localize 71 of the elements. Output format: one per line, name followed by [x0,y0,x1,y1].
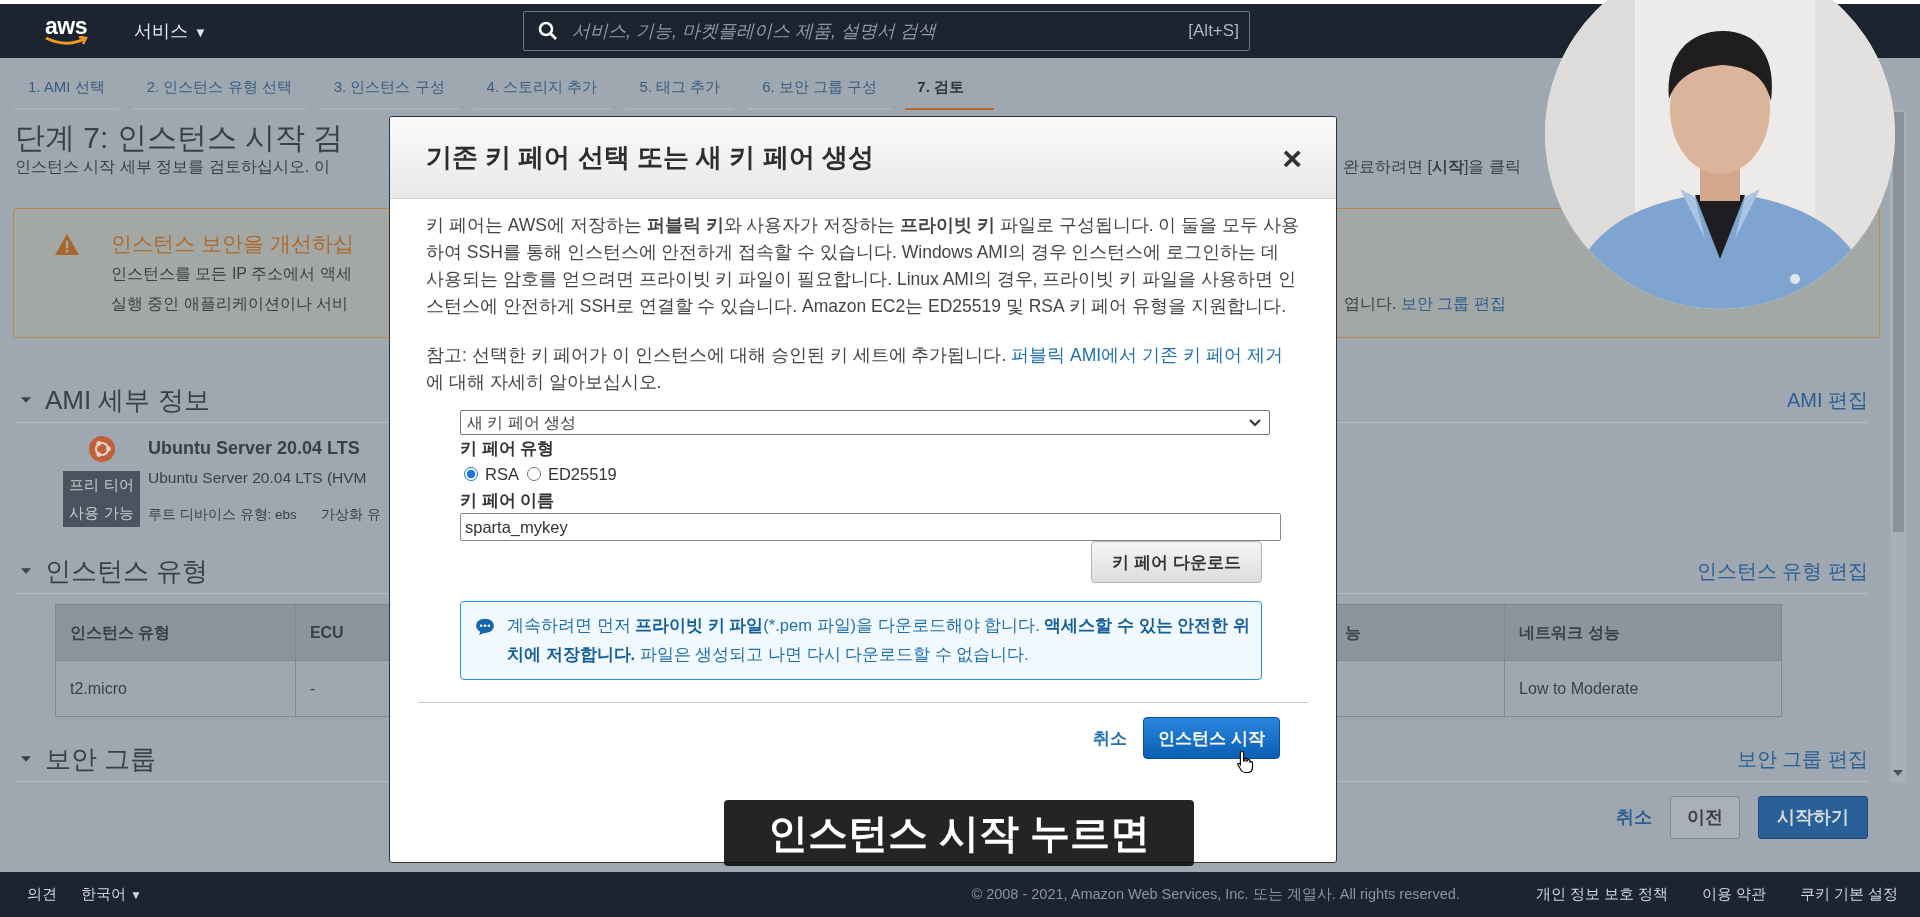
language-menu[interactable]: 한국어 ▼ [81,883,142,906]
footer-link[interactable]: 개인 정보 보호 정책 [1535,883,1668,906]
column-header: 네트워크 성능 [1504,604,1782,661]
caret-icon[interactable] [19,395,33,405]
search-icon [537,21,558,41]
page-subtitle: 완료하려면 [시작]을 클릭 [1343,157,1521,177]
ami-name: Ubuntu Server 20.04 LTS [148,437,361,460]
step-tab[interactable]: 7. 검토 [905,75,994,110]
field-label: 키 페어 이름 [460,490,556,511]
field-label: 키 페어 유형 [460,438,556,459]
key-name-field[interactable]: sparta_mykey [460,513,1281,541]
table-cell: Low to Moderate [1504,660,1782,717]
edit-ami-link[interactable]: AMI 편집 [1786,385,1868,415]
video-caption: 인스턴스 시작 누르면 [724,800,1194,866]
warning-text: 인스턴스를 모든 IP 주소에서 액세 [111,264,353,284]
ubuntu-logo-icon [87,435,116,463]
section-heading: AMI 세부 정보 [45,384,210,417]
table-cell: t2.micro [55,660,296,717]
chevron-down-icon [1249,418,1261,427]
close-button[interactable]: × [1278,140,1306,175]
step-tab[interactable]: 3. 인스턴스 구성 [319,75,459,110]
cancel-link[interactable]: 취소 [1093,725,1128,751]
learn-more-link[interactable]: 퍼블릭 AMI에서 기존 키 페어 제거 [1011,345,1283,365]
smile-arrow-icon [44,36,88,46]
step-tab[interactable]: 2. 인스턴스 유형 선택 [132,75,306,110]
ami-detail: 루트 디바이스 유형: ebs [148,506,297,524]
warning-text: 실행 중인 애플리케이션이나 서비 [111,294,350,314]
radio-button[interactable] [464,467,478,481]
footer-link[interactable]: 이용 약관 [1701,883,1766,906]
radio-label: ED25519 [547,463,617,485]
logo-text[interactable]: aws [45,16,87,36]
feedback-link[interactable]: 의견 [27,883,57,906]
caret-icon[interactable] [19,566,33,576]
dialog-title: 기존 키 페어 선택 또는 새 키 페어 생성 [426,141,874,174]
radio-label: RSA [485,463,519,485]
section-heading: 보안 그룹 [45,743,157,776]
dialog-description: 키 페어는 AWS에 저장하는 퍼블릭 키와 사용자가 저장하는 프라이빗 키 파일로 구성됩니다. 이 둘을 모두 사용하여 SSH를 통해 인스턴스에 안전하게 접속할 수 있습니다. Windows AMI의 경우 인스턴스에 로그인하는 데 사용되는 암호를 얻으려면 프라이빗 키 파일이 필요합니다. Linux AMI의 경우, 프라이빗 키 파일을 사용하면 인스턴스에 안전하게 SSH로 연결할 수 있습니다. Amazon EC2는 ED25519 및 RSA 키 페어 유형을 지원합니다. [426,214,1300,318]
edit-security-group-link[interactable]: 보안 그룹 편집 [1400,295,1506,312]
launch-instance-button[interactable]: 인스턴스 시작 [1143,717,1280,759]
warning-text: 엽니다. 보안 그룹 편집 [1344,294,1506,314]
free-tier-badge: 프리 티어 사용 가능 [63,471,140,527]
warning-icon [53,233,80,256]
cancel-link[interactable]: 취소 [1616,804,1652,831]
key-pair-select[interactable]: 새 키 페어 생성 [460,410,1270,435]
step-tab[interactable]: 6. 보안 그룹 구성 [748,75,892,110]
warning-title: 인스턴스 보안을 개선하십 [111,231,355,257]
search-bar[interactable]: 서비스, 기능, 마켓플레이스 제품, 설명서 검색 [Alt+S] [522,11,1250,51]
shortcut-hint: [Alt+S] [1188,20,1239,43]
page-subtitle: 인스턴스 시작 세부 정보를 검토하십시오. 이 [15,157,331,177]
column-header: 인스턴스 유형 [55,604,296,661]
footer-link[interactable]: 쿠키 기본 설정 [1799,883,1898,906]
radio-button[interactable] [526,467,541,481]
section-heading: 인스턴스 유형 [45,555,209,588]
download-key-button[interactable]: 키 페어 다운로드 [1091,541,1262,583]
scrollbar[interactable] [1890,110,1906,782]
ami-detail: 가상화 유 [320,506,381,524]
services-menu[interactable]: 서비스 ▼ [134,17,207,45]
edit-instance-type-link[interactable]: 인스턴스 유형 편집 [1696,556,1868,586]
step-tab[interactable]: 1. AMI 선택 [14,75,119,110]
ami-description: Ubuntu Server 20.04 LTS (HVM [148,468,368,488]
step-tab[interactable]: 4. 스토리지 추가 [472,75,612,110]
edit-security-group-link[interactable]: 보안 그룹 편집 [1736,744,1868,774]
search-field[interactable]: 서비스, 기능, 마켓플레이스 제품, 설명서 검색 [569,16,1189,46]
copyright-text: © 2008 - 2021, Amazon Web Services, Inc. 또는 계열사. All rights reserved. [971,884,1460,904]
launch-button[interactable]: 시작하기 [1758,796,1868,839]
previous-button[interactable]: 이전 [1670,796,1740,839]
hand-cursor-icon [1236,750,1256,774]
step-tab[interactable]: 5. 태그 추가 [625,75,735,110]
note-text: 참고: 선택한 키 페어가 이 인스턴스에 대해 승인된 키 세트에 추가됩니다. 퍼블릭 AMI에서 기존 키 페어 제거 에 대해 자세히 알아보십시오. [426,344,1284,394]
page-title: 단계 7: 인스턴스 시작 검 [15,120,345,156]
caret-icon[interactable] [19,754,33,764]
